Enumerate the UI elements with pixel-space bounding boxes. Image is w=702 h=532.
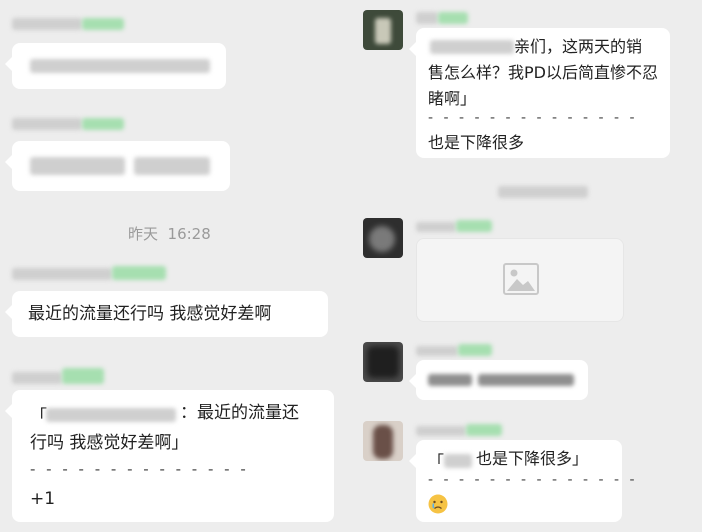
sender-tag-blurred bbox=[62, 368, 104, 384]
message-bubble-blurred[interactable] bbox=[5, 141, 230, 191]
avatar[interactable] bbox=[363, 421, 403, 461]
avatar[interactable] bbox=[363, 10, 403, 50]
message-text-blurred bbox=[428, 374, 472, 386]
sender-tag-blurred bbox=[82, 18, 124, 30]
message-bubble-blurred[interactable] bbox=[5, 43, 226, 89]
sender-tag-blurred bbox=[458, 344, 492, 356]
sender-tag-blurred bbox=[112, 266, 166, 280]
crying-face-emoji-icon bbox=[428, 494, 448, 514]
quote-reply-bubble[interactable]: 「 ：最近的流量还 行吗 我感觉好差啊」 - - - - - - - - - -… bbox=[5, 390, 334, 522]
quoted-text-line1: ：最近的流量还 bbox=[180, 403, 299, 423]
sender-name-blurred bbox=[12, 18, 82, 30]
chat-timestamp: 昨天 16:28 bbox=[128, 225, 211, 243]
quote-divider: - - - - - - - - - - - - - - bbox=[428, 110, 638, 126]
avatar-figure bbox=[369, 226, 395, 252]
message-text-blurred bbox=[30, 157, 125, 175]
quote-open-bracket: 「 bbox=[30, 407, 47, 427]
sender-name-blurred bbox=[416, 426, 466, 436]
message-text-blurred bbox=[134, 157, 210, 175]
message-bubble[interactable]: 最近的流量还行吗 我感觉好差啊 bbox=[5, 291, 328, 337]
image-placeholder-icon bbox=[503, 263, 539, 295]
avatar[interactable] bbox=[363, 218, 403, 258]
quoted-text-line2: 行吗 我感觉好差啊」 bbox=[30, 433, 189, 453]
reply-text: +1 bbox=[30, 489, 56, 509]
avatar[interactable] bbox=[363, 342, 403, 382]
avatar-figure bbox=[373, 425, 393, 459]
quoted-sender-blurred bbox=[444, 454, 472, 468]
avatar-figure bbox=[375, 18, 391, 44]
sender-tag-blurred bbox=[466, 424, 502, 436]
sender-tag-blurred bbox=[456, 220, 492, 232]
quote-open-bracket: 「 bbox=[428, 452, 445, 471]
system-notice-blurred bbox=[498, 186, 588, 198]
sender-tag-blurred bbox=[82, 118, 124, 130]
message-text: 最近的流量还行吗 我感觉好差啊 bbox=[28, 304, 272, 324]
quoted-text: 也是下降很多」 bbox=[476, 449, 589, 468]
sender-name-blurred bbox=[416, 12, 438, 24]
sender-tag-blurred bbox=[438, 12, 468, 24]
sender-name-blurred bbox=[12, 118, 82, 130]
sender-name-blurred bbox=[416, 346, 458, 356]
message-text-blurred bbox=[30, 59, 210, 73]
quoted-sender-blurred bbox=[430, 40, 514, 54]
message-bubble-blurred[interactable] bbox=[409, 360, 588, 400]
quoted-sender-blurred bbox=[46, 408, 176, 422]
avatar-figure bbox=[367, 346, 399, 378]
quote-divider: - - - - - - - - - - - - - - bbox=[30, 460, 249, 478]
sender-name-blurred bbox=[12, 372, 62, 384]
quote-reply-bubble[interactable]: 「 也是下降很多」 - - - - - - - - - - - - - - bbox=[409, 440, 635, 522]
sender-name-blurred bbox=[12, 268, 112, 280]
quote-reply-bubble[interactable]: 亲们，这两天的销 售怎么样？我PD以后简直惨不忍 睹啊」 - - - - - -… bbox=[409, 28, 670, 158]
quote-divider: - - - - - - - - - - - - - - bbox=[428, 472, 638, 488]
sender-name-blurred bbox=[416, 222, 456, 232]
image-message[interactable] bbox=[416, 238, 624, 322]
message-text-blurred bbox=[478, 374, 574, 386]
reply-text: 也是下降很多 bbox=[428, 133, 525, 152]
